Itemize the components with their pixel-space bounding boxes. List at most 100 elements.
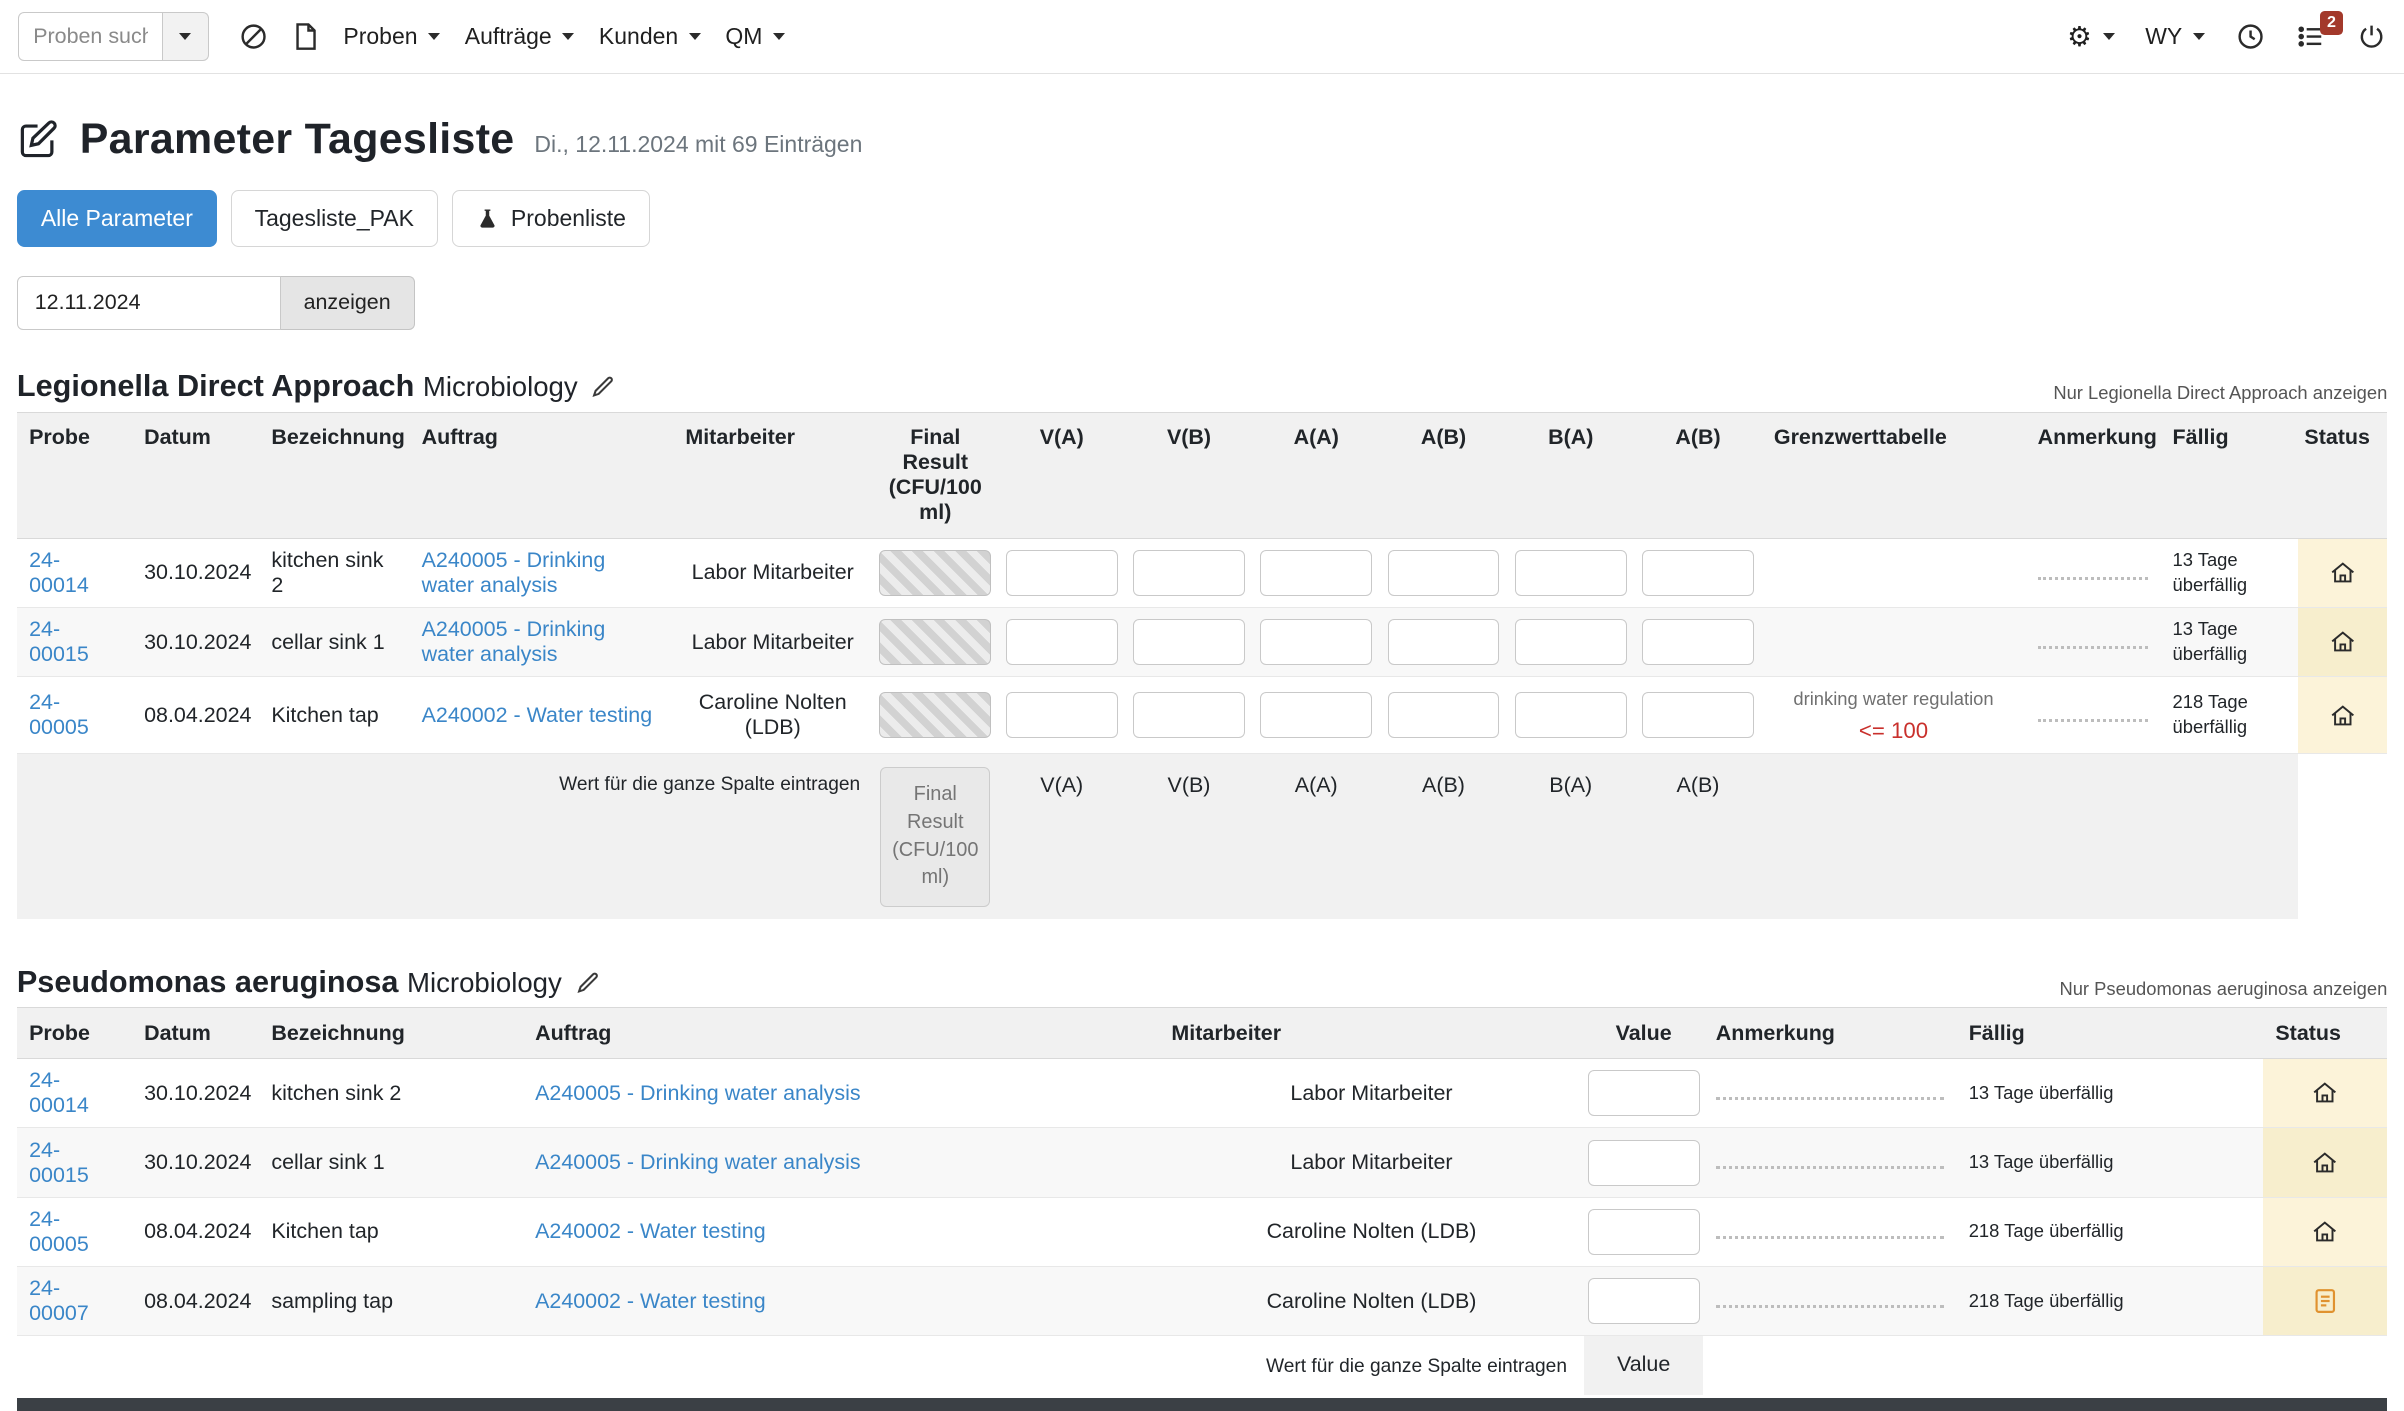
menu-kunden[interactable]: Kunden — [599, 23, 701, 50]
document-status-icon — [2313, 1288, 2338, 1312]
grenzwert-cell: drinking water regulation <= 100 — [1762, 677, 2026, 754]
anmerkung-field[interactable] — [1716, 1156, 1944, 1170]
probe-link[interactable]: 24-00005 — [29, 1207, 89, 1256]
ba-input[interactable] — [1515, 692, 1627, 738]
menu-proben-label: Proben — [343, 23, 417, 50]
ba-input[interactable] — [1515, 550, 1627, 596]
vb-input[interactable] — [1133, 550, 1245, 596]
probe-link[interactable]: 24-00015 — [29, 617, 89, 666]
menu-qm[interactable]: QM — [725, 23, 785, 50]
col-grenzwerttabelle: Grenzwerttabelle — [1762, 413, 2026, 539]
col-aa: A(A) — [1253, 413, 1380, 539]
status-cell — [2263, 1197, 2387, 1266]
menu-qm-label: QM — [725, 23, 762, 50]
aa-fill-button[interactable]: A(A) — [1260, 767, 1372, 798]
history-clock-icon[interactable] — [2236, 22, 2265, 51]
value-input[interactable] — [1588, 1209, 1700, 1255]
ab-input[interactable] — [1388, 619, 1500, 665]
anmerkung-field[interactable] — [1716, 1086, 1944, 1100]
ba-fill-button[interactable]: B(A) — [1515, 767, 1627, 798]
settings-menu[interactable]: ⚙ — [2067, 23, 2114, 51]
auftrag-link[interactable]: A240002 - Water testing — [535, 1289, 766, 1313]
aa-input[interactable] — [1260, 619, 1372, 665]
chevron-down-icon — [773, 33, 785, 40]
logout-power-icon[interactable] — [2357, 22, 2386, 51]
grenzwert-cell — [1762, 607, 2026, 676]
edit-section-icon[interactable] — [591, 373, 616, 401]
probe-link[interactable]: 24-00007 — [29, 1276, 89, 1325]
ab2-input[interactable] — [1642, 550, 1754, 596]
filter-only-legionella-link[interactable]: Nur Legionella Direct Approach anzeigen — [2053, 382, 2387, 404]
date-input[interactable] — [17, 276, 281, 330]
gear-icon: ⚙ — [2067, 23, 2092, 51]
ab2-input[interactable] — [1642, 692, 1754, 738]
value-input[interactable] — [1588, 1140, 1700, 1186]
chevron-down-icon — [179, 33, 191, 40]
probe-link[interactable]: 24-00014 — [29, 548, 89, 597]
search-dropdown-button[interactable] — [163, 12, 209, 61]
anmerkung-field[interactable] — [2038, 566, 2148, 580]
ab2-input[interactable] — [1642, 619, 1754, 665]
show-button[interactable]: anzeigen — [281, 276, 415, 330]
col-anmerkung: Anmerkung — [1703, 1008, 1956, 1059]
faellig-cell: 218 Tage überfällig — [1956, 1267, 2263, 1336]
ab-input[interactable] — [1388, 692, 1500, 738]
menu-auftraege[interactable]: Aufträge — [465, 23, 575, 50]
tagesliste-pak-button[interactable]: Tagesliste_PAK — [231, 190, 438, 247]
edit-title-icon[interactable] — [17, 118, 60, 161]
anmerkung-field[interactable] — [1716, 1294, 1944, 1308]
va-input[interactable] — [1006, 550, 1118, 596]
document-icon[interactable] — [293, 22, 319, 51]
value-fill-button[interactable]: Value — [1617, 1352, 1670, 1376]
probenliste-button[interactable]: Probenliste — [452, 190, 650, 247]
final-result-input — [879, 550, 991, 596]
legionella-table: Probe Datum Bezeichnung Auftrag Mitarbei… — [17, 412, 2387, 919]
value-input[interactable] — [1588, 1278, 1700, 1324]
auftrag-link[interactable]: A240002 - Water testing — [535, 1219, 766, 1243]
datum-cell: 30.10.2024 — [132, 1128, 259, 1197]
bezeichnung-cell: kitchen sink 2 — [259, 1058, 523, 1127]
va-input[interactable] — [1006, 619, 1118, 665]
anmerkung-cell — [2025, 607, 2160, 676]
auftrag-link[interactable]: A240005 - Drinking water analysis — [422, 548, 606, 597]
ba-input[interactable] — [1515, 619, 1627, 665]
filter-only-pseudomonas-link[interactable]: Nur Pseudomonas aeruginosa anzeigen — [2059, 978, 2387, 1000]
probe-link[interactable]: 24-00005 — [29, 690, 89, 739]
auftrag-link[interactable]: A240005 - Drinking water analysis — [535, 1150, 861, 1174]
ab2-fill-button[interactable]: A(B) — [1642, 767, 1754, 798]
help-icon[interactable] — [239, 22, 268, 51]
bezeichnung-cell: kitchen sink 2 — [259, 538, 409, 607]
probe-link[interactable]: 24-00015 — [29, 1138, 89, 1187]
ab-input[interactable] — [1388, 550, 1500, 596]
search-input[interactable] — [18, 12, 162, 61]
col-faellig: Fällig — [1956, 1008, 2263, 1059]
auftrag-link[interactable]: A240002 - Water testing — [422, 703, 653, 727]
vb-input[interactable] — [1133, 692, 1245, 738]
menu-proben[interactable]: Proben — [343, 23, 440, 50]
aa-input[interactable] — [1260, 692, 1372, 738]
user-menu[interactable]: WY — [2145, 23, 2205, 50]
probe-cell: 24-00014 — [17, 1058, 132, 1127]
vb-fill-button[interactable]: V(B) — [1133, 767, 1245, 798]
edit-section-icon[interactable] — [576, 968, 601, 996]
mitarbeiter-cell: Labor Mitarbeiter — [673, 538, 872, 607]
va-fill-button[interactable]: V(A) — [1006, 767, 1118, 798]
vb-input[interactable] — [1133, 619, 1245, 665]
value-input[interactable] — [1588, 1070, 1700, 1116]
va-input[interactable] — [1006, 692, 1118, 738]
col-faellig: Fällig — [2160, 413, 2298, 539]
table-row: 24-00005 08.04.2024 Kitchen tap A240002 … — [17, 677, 2387, 754]
auftrag-link[interactable]: A240005 - Drinking water analysis — [535, 1081, 861, 1105]
auftrag-link[interactable]: A240005 - Drinking water analysis — [422, 617, 606, 666]
anmerkung-field[interactable] — [1716, 1225, 1944, 1239]
anmerkung-field[interactable] — [2038, 635, 2148, 649]
col-status: Status — [2298, 413, 2387, 539]
mitarbeiter-cell: Labor Mitarbeiter — [1159, 1058, 1584, 1127]
task-list-button[interactable]: 2 — [2295, 22, 2326, 51]
ab-fill-button[interactable]: A(B) — [1388, 767, 1500, 798]
aa-input[interactable] — [1260, 550, 1372, 596]
probe-link[interactable]: 24-00014 — [29, 1068, 89, 1117]
table-row: 24-00005 08.04.2024 Kitchen tap A240002 … — [17, 1197, 2387, 1266]
alle-parameter-button[interactable]: Alle Parameter — [17, 190, 217, 247]
anmerkung-field[interactable] — [2038, 708, 2148, 722]
